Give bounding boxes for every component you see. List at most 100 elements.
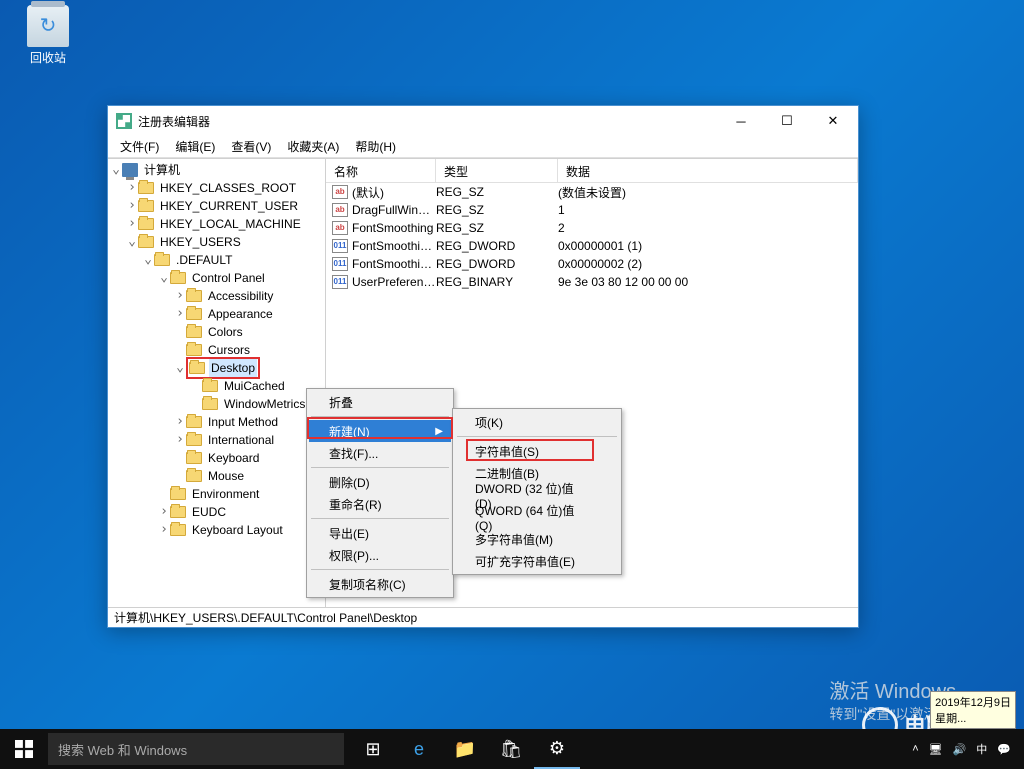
col-name[interactable]: 名称 (326, 159, 436, 182)
menubar: 文件(F) 编辑(E) 查看(V) 收藏夹(A) 帮助(H) (108, 136, 858, 158)
tray-network-icon[interactable]: 🖥 (924, 743, 948, 756)
tree-desktop[interactable]: Desktop (209, 359, 257, 377)
value-icon: ab (332, 203, 348, 217)
value-icon: ab (332, 221, 348, 235)
value-name: FontSmoothin... (352, 239, 436, 253)
value-data: 0x00000001 (1) (558, 239, 642, 253)
tree-hklm[interactable]: HKEY_LOCAL_MACHINE (158, 215, 303, 233)
chevron-right-icon: ▶ (435, 426, 443, 437)
tray-notification-icon[interactable]: 💬 (992, 743, 1016, 756)
close-button[interactable]: ✕ (810, 107, 856, 135)
tree-computer[interactable]: 计算机 (142, 161, 182, 179)
edge-icon[interactable]: e (396, 729, 442, 769)
tree-inputm[interactable]: Input Method (206, 413, 280, 431)
list-row[interactable]: abDragFullWindo...REG_SZ1 (326, 201, 858, 219)
context-menu: 折叠 新建(N)▶ 查找(F)... 删除(D) 重命名(R) 导出(E) 权限… (306, 388, 454, 598)
minimize-button[interactable]: ─ (718, 107, 764, 135)
value-type: REG_DWORD (436, 257, 558, 271)
list-row[interactable]: ab FontSmoothingREG_SZ2 (326, 219, 858, 237)
value-type: REG_SZ (436, 185, 558, 199)
value-data: 1 (558, 203, 565, 217)
tree-keyb[interactable]: Keyboard (206, 449, 261, 467)
recycle-bin[interactable]: 回收站 (18, 5, 78, 66)
tree-env[interactable]: Environment (190, 485, 261, 503)
menu-view[interactable]: 查看(V) (223, 136, 279, 157)
tree-pane[interactable]: ⌄计算机 ›HKEY_CLASSES_ROOT ›HKEY_CURRENT_US… (108, 159, 326, 607)
ctx-new-multi[interactable]: 多字符串值(M) (455, 528, 619, 550)
tray-chevron-up-icon[interactable]: ˄ (907, 743, 923, 755)
tree-hkcu[interactable]: HKEY_CURRENT_USER (158, 197, 300, 215)
menu-help[interactable]: 帮助(H) (347, 136, 404, 157)
explorer-icon[interactable]: 📁 (442, 729, 488, 769)
ctx-new-qword[interactable]: QWORD (64 位)值(Q) (455, 506, 619, 528)
value-type: REG_BINARY (436, 275, 558, 289)
value-name: FontSmoothin... (352, 257, 436, 271)
task-view-icon[interactable]: ⊞ (350, 729, 396, 769)
menu-fav[interactable]: 收藏夹(A) (279, 136, 347, 157)
store-icon[interactable]: 🛍 (488, 729, 534, 769)
ctx-rename[interactable]: 重命名(R) (309, 493, 451, 515)
status-path: 计算机\HKEY_USERS\.DEFAULT\Control Panel\De… (114, 609, 417, 626)
tree-muic[interactable]: MuiCached (222, 377, 287, 395)
value-icon: 011 (332, 275, 348, 289)
computer-icon (122, 163, 138, 177)
value-icon: ab (332, 185, 348, 199)
value-data: 0x00000002 (2) (558, 257, 642, 271)
ctx-collapse[interactable]: 折叠 (309, 391, 451, 413)
col-type[interactable]: 类型 (436, 159, 558, 182)
ctx-new-string[interactable]: 字符串值(S) (455, 440, 619, 462)
value-type: REG_DWORD (436, 239, 558, 253)
ctx-delete[interactable]: 删除(D) (309, 471, 451, 493)
tree-app[interactable]: Appearance (206, 305, 275, 323)
ctx-export[interactable]: 导出(E) (309, 522, 451, 544)
recycle-bin-label: 回收站 (18, 49, 78, 66)
tree-mouse[interactable]: Mouse (206, 467, 246, 485)
ctx-new[interactable]: 新建(N)▶ (309, 420, 451, 442)
list-header: 名称 类型 数据 (326, 159, 858, 183)
col-data[interactable]: 数据 (558, 159, 858, 182)
tree-winm[interactable]: WindowMetrics (222, 395, 307, 413)
tray-volume-icon[interactable]: 🔊 (948, 743, 972, 756)
tree-acc[interactable]: Accessibility (206, 287, 275, 305)
value-type: REG_SZ (436, 221, 558, 235)
menu-edit[interactable]: 编辑(E) (167, 136, 223, 157)
regedit-taskbar-icon[interactable]: ⚙ (534, 729, 580, 769)
value-name: DragFullWindo... (352, 203, 436, 217)
tree-colors[interactable]: Colors (206, 323, 245, 341)
tree-cp[interactable]: Control Panel (190, 269, 267, 287)
taskbar: 搜索 Web 和 Windows ⊞ e 📁 🛍 ⚙ ˄ 🖥 🔊 中 💬 (0, 729, 1024, 769)
value-data: 9e 3e 03 80 12 00 00 00 (558, 275, 688, 289)
ctx-permissions[interactable]: 权限(P)... (309, 544, 451, 566)
system-tray[interactable]: ˄ 🖥 🔊 中 💬 (907, 741, 1024, 757)
ctx-find[interactable]: 查找(F)... (309, 442, 451, 464)
maximize-button[interactable]: ☐ (764, 107, 810, 135)
tree-default[interactable]: .DEFAULT (174, 251, 234, 269)
list-row[interactable]: 011FontSmoothin...REG_DWORD0x00000002 (2… (326, 255, 858, 273)
menu-file[interactable]: 文件(F) (112, 136, 167, 157)
tree-hku[interactable]: HKEY_USERS (158, 233, 243, 251)
tree-keybl[interactable]: Keyboard Layout (190, 521, 285, 539)
date-tooltip: 2019年12月9日 星期... (930, 691, 1016, 729)
tree-eudc[interactable]: EUDC (190, 503, 228, 521)
statusbar: 计算机\HKEY_USERS\.DEFAULT\Control Panel\De… (108, 607, 858, 627)
tree-intl[interactable]: International (206, 431, 276, 449)
start-button[interactable] (0, 729, 48, 769)
context-submenu-new: 项(K) 字符串值(S) 二进制值(B) DWORD (32 位)值(D) QW… (452, 408, 622, 575)
value-name: UserPreferenc... (352, 275, 436, 289)
ctx-copyname[interactable]: 复制项名称(C) (309, 573, 451, 595)
window-title: 注册表编辑器 (138, 113, 210, 130)
list-row[interactable]: ab(默认)REG_SZ(数值未设置) (326, 183, 858, 201)
value-icon: 011 (332, 239, 348, 253)
tray-ime-icon[interactable]: 中 (971, 741, 992, 757)
list-row[interactable]: 011 UserPreferenc...REG_BINARY9e 3e 03 80… (326, 273, 858, 291)
taskbar-search[interactable]: 搜索 Web 和 Windows (48, 733, 344, 765)
ctx-new-key[interactable]: 项(K) (455, 411, 619, 433)
value-name: FontSmoothing (352, 221, 436, 235)
list-row[interactable]: 011 FontSmoothin...REG_DWORD0x00000001 (1… (326, 237, 858, 255)
tree-hkcr[interactable]: HKEY_CLASSES_ROOT (158, 179, 298, 197)
titlebar[interactable]: 注册表编辑器 ─ ☐ ✕ (108, 106, 858, 136)
ctx-new-expand[interactable]: 可扩充字符串值(E) (455, 550, 619, 572)
value-name: (默认) (352, 184, 436, 201)
value-data: 2 (558, 221, 565, 235)
regedit-icon (116, 113, 132, 129)
